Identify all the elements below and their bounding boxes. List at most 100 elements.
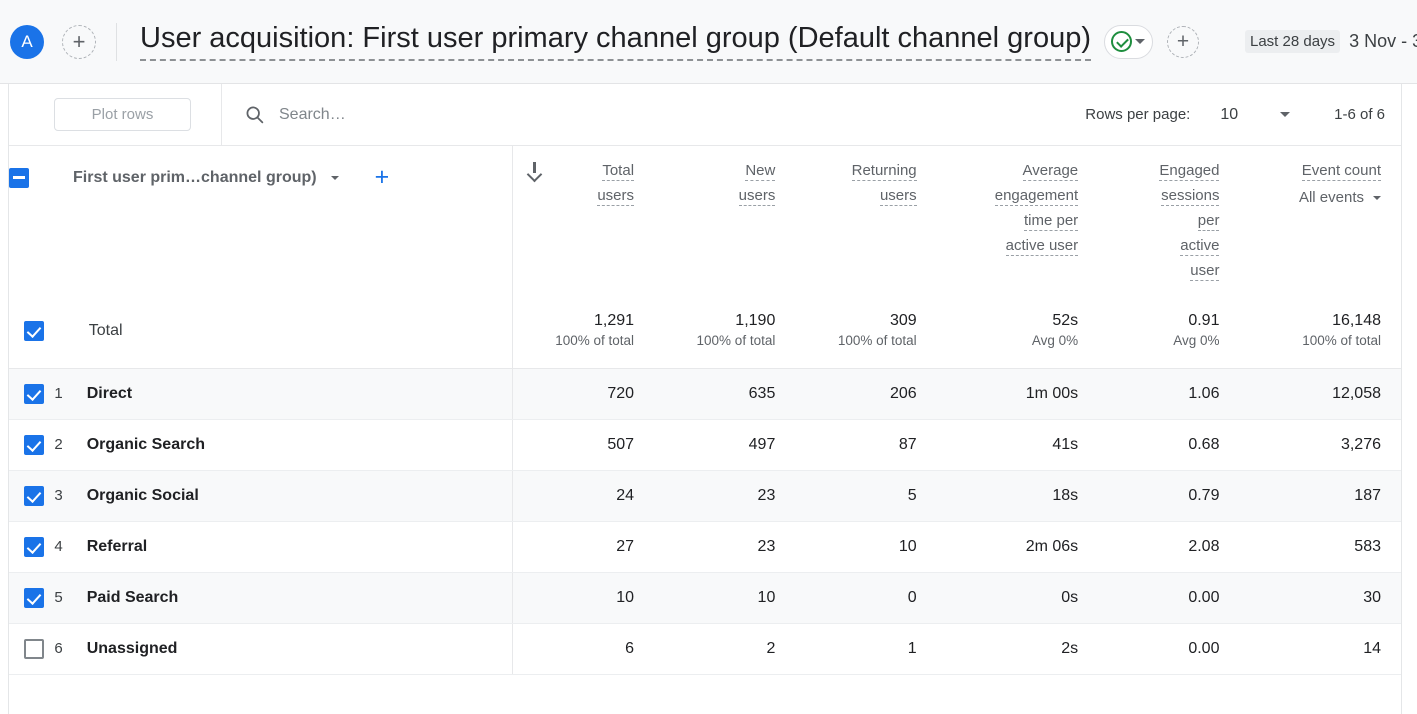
page-range-label: 1-6 of 6 (1334, 106, 1385, 123)
column-label-line: user (1190, 262, 1219, 281)
row-checkbox[interactable] (24, 639, 44, 659)
header-divider (116, 23, 117, 61)
row-checkbox[interactable] (24, 384, 44, 404)
chevron-down-icon[interactable] (331, 176, 339, 180)
plot-rows-button[interactable]: Plot rows (54, 98, 191, 131)
chevron-down-icon[interactable] (1280, 112, 1290, 117)
row-dimension[interactable]: Paid Search (87, 572, 513, 623)
row-checkbox[interactable] (24, 321, 44, 341)
select-all-checkbox[interactable] (9, 168, 29, 188)
rows-per-page-value[interactable]: 10 (1220, 106, 1238, 124)
data-status-chip[interactable] (1104, 25, 1153, 59)
row-checkbox-cell (9, 623, 54, 674)
rows-per-page-control: Rows per page: 10 (1085, 106, 1290, 124)
search-input[interactable] (279, 106, 579, 124)
plus-icon: + (1177, 31, 1189, 52)
chevron-down-icon[interactable] (1373, 196, 1381, 200)
row-checkbox[interactable] (24, 537, 44, 557)
total-cell-event-count: 16,148 100% of total (1239, 294, 1401, 368)
date-range-picker[interactable]: Last 28 days 3 Nov - 30 N (1245, 30, 1417, 53)
total-subvalue: Avg 0% (1098, 331, 1219, 351)
row-checkbox[interactable] (24, 435, 44, 455)
row-dimension[interactable]: Organic Social (87, 470, 513, 521)
column-header-event-count[interactable]: Event count All events (1239, 146, 1401, 294)
report-table: First user prim…channel group) + Total u… (9, 146, 1401, 675)
row-checkbox-cell (9, 521, 54, 572)
row-dimension[interactable]: Organic Search (87, 419, 513, 470)
column-header-returning-users[interactable]: Returning users (795, 146, 936, 294)
cell-event-count: 3,276 (1239, 419, 1401, 470)
cell-returning-users: 10 (795, 521, 936, 572)
avatar-initial: A (21, 32, 32, 52)
add-account-button[interactable]: + (62, 25, 96, 59)
total-subvalue: 100% of total (513, 331, 634, 351)
column-header-avg-engagement-time[interactable]: Average engagement time per active user (937, 146, 1099, 294)
row-dimension[interactable]: Unassigned (87, 623, 513, 674)
total-value: 52s (937, 310, 1079, 332)
date-preset-chip[interactable]: Last 28 days (1245, 30, 1340, 53)
total-value: 309 (795, 310, 916, 332)
row-checkbox[interactable] (24, 588, 44, 608)
total-row: Total 1,291 100% of total 1,190 100% of … (9, 294, 1401, 368)
table-body: Total 1,291 100% of total 1,190 100% of … (9, 294, 1401, 674)
table-toolbar: Plot rows Rows per page: 10 1-6 of 6 (9, 84, 1401, 146)
cell-avg-engagement-time: 41s (937, 419, 1099, 470)
cell-new-users: 497 (654, 419, 795, 470)
table-row[interactable]: 1 Direct 720 635 206 1m 00s 1.06 12,058 (9, 368, 1401, 419)
cell-new-users: 23 (654, 470, 795, 521)
column-label-line: Total (602, 162, 634, 181)
row-dimension[interactable]: Direct (87, 368, 513, 419)
cell-returning-users: 1 (795, 623, 936, 674)
row-checkbox-cell (9, 419, 54, 470)
column-label-line: New (745, 162, 775, 181)
cell-event-count: 187 (1239, 470, 1401, 521)
cell-total-users: 27 (513, 521, 654, 572)
total-subvalue: 100% of total (654, 331, 775, 351)
row-index: 6 (54, 623, 86, 674)
column-label-line: Average (1023, 162, 1079, 181)
search-icon (244, 104, 265, 125)
cell-total-users: 507 (513, 419, 654, 470)
cell-total-users: 720 (513, 368, 654, 419)
toolbar-divider (221, 84, 222, 145)
row-dimension[interactable]: Referral (87, 521, 513, 572)
column-header-engaged-sessions-per-user[interactable]: Engaged sessions per active user (1098, 146, 1239, 294)
cell-total-users: 10 (513, 572, 654, 623)
column-header-total-users[interactable]: Total users (513, 146, 654, 294)
table-row[interactable]: 3 Organic Social 24 23 5 18s 0.79 187 (9, 470, 1401, 521)
sort-descending-icon[interactable] (527, 162, 541, 178)
table-row[interactable]: 6 Unassigned 6 2 1 2s 0.00 14 (9, 623, 1401, 674)
total-cell-new-users: 1,190 100% of total (654, 294, 795, 368)
total-index-cell (54, 294, 86, 368)
cell-avg-engagement-time: 1m 00s (937, 368, 1099, 419)
cell-new-users: 10 (654, 572, 795, 623)
dimension-name: First user prim…channel group) (73, 169, 317, 187)
column-label-line: sessions (1161, 187, 1219, 206)
table-row[interactable]: 2 Organic Search 507 497 87 41s 0.68 3,2… (9, 419, 1401, 470)
title-area: User acquisition: First user primary cha… (140, 22, 1199, 60)
page-title[interactable]: User acquisition: First user primary cha… (140, 22, 1091, 60)
total-cell-engaged-sessions: 0.91 Avg 0% (1098, 294, 1239, 368)
add-comparison-button[interactable]: + (1167, 26, 1199, 58)
row-checkbox[interactable] (24, 486, 44, 506)
column-header-new-users[interactable]: New users (654, 146, 795, 294)
column-label-line: Event count (1302, 162, 1381, 181)
avatar[interactable]: A (10, 25, 44, 59)
dimension-selector[interactable]: First user prim…channel group) + (73, 165, 389, 190)
cell-avg-engagement-time: 2s (937, 623, 1099, 674)
row-index: 5 (54, 572, 86, 623)
cell-engaged-sessions: 0.00 (1098, 623, 1239, 674)
add-dimension-button[interactable]: + (375, 165, 390, 190)
row-index: 2 (54, 419, 86, 470)
total-value: 1,190 (654, 310, 775, 332)
search-box[interactable] (244, 104, 1085, 125)
cell-engaged-sessions: 1.06 (1098, 368, 1239, 419)
row-checkbox-cell (9, 470, 54, 521)
table-row[interactable]: 5 Paid Search 10 10 0 0s 0.00 30 (9, 572, 1401, 623)
report-body: Plot rows Rows per page: 10 1-6 of 6 (0, 84, 1417, 714)
table-row[interactable]: 4 Referral 27 23 10 2m 06s 2.08 583 (9, 521, 1401, 572)
cell-returning-users: 0 (795, 572, 936, 623)
column-label-line: time per (1024, 212, 1078, 231)
event-selector[interactable]: All events (1239, 185, 1381, 210)
cell-engaged-sessions: 0.79 (1098, 470, 1239, 521)
